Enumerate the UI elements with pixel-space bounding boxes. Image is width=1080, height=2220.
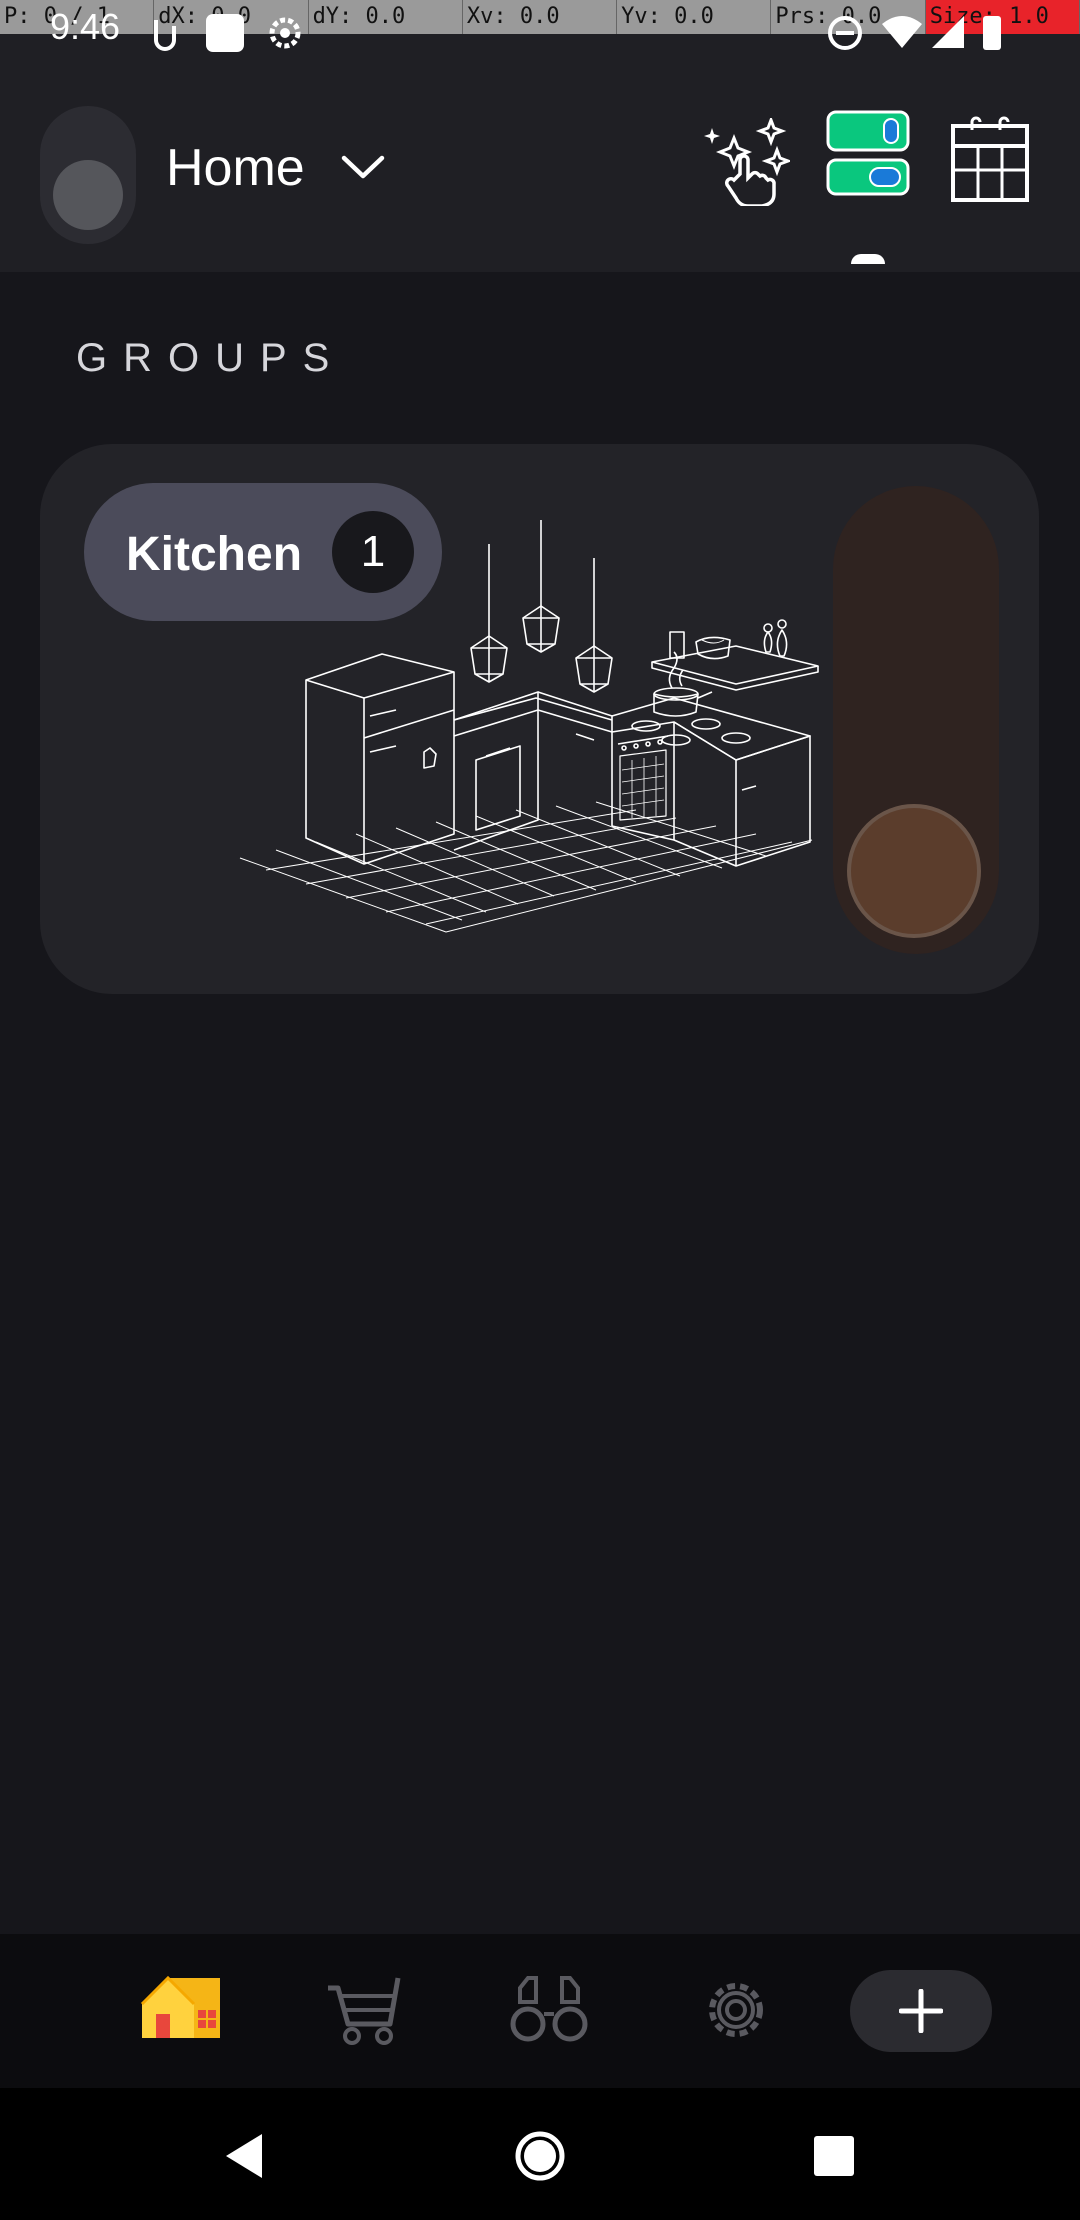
system-navigation-bar [0,2088,1080,2220]
binoculars-icon[interactable] [510,1974,588,2046]
groups-section-title: GROUPS [76,336,346,380]
toggle-knob[interactable] [53,160,123,230]
slider-knob[interactable] [847,804,981,938]
group-brightness-slider[interactable] [833,486,999,954]
wifi-icon [882,16,922,48]
dnd-icon [828,16,862,50]
kitchen-illustration [239,520,819,933]
device-list-icon[interactable] [826,110,910,196]
status-bar: 9:46 [0,0,1080,62]
data-saver-icon [154,20,176,51]
calendar-icon[interactable] [950,116,1030,204]
bottom-navigation [0,1934,1080,2088]
app-header: Home [0,34,1080,272]
home-selector-label[interactable]: Home [166,138,305,198]
notification-app-icon [206,14,244,52]
recents-icon[interactable] [812,2134,856,2178]
status-time: 9:46 [50,6,121,47]
active-tab-indicator [851,254,885,264]
home-icon[interactable] [138,1974,222,2046]
cell-signal-icon [932,16,964,48]
home-system-icon[interactable] [514,2130,566,2182]
master-toggle[interactable] [40,106,136,244]
chevron-down-icon[interactable] [340,152,386,182]
add-icon [899,1989,943,2033]
battery-icon [983,16,1001,50]
back-icon[interactable] [222,2132,266,2180]
add-button[interactable] [850,1970,992,2052]
cart-icon[interactable] [326,1974,402,2046]
magic-scene-icon[interactable] [700,118,790,206]
settings-icon[interactable] [700,1974,772,2046]
settings-status-icon [269,17,301,49]
